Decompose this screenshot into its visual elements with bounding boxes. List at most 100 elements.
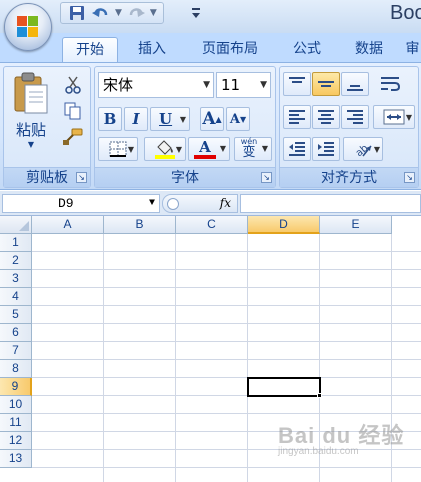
alignment-group: ▼ ab ▼ 对齐方式 ↘: [279, 66, 419, 188]
font-size-select[interactable]: 11 ▼: [216, 72, 271, 98]
align-top-button[interactable]: [283, 72, 311, 96]
watermark-logo: Bai du 经验: [278, 423, 405, 448]
paste-button[interactable]: 粘贴 ▼: [7, 70, 55, 158]
row-header-2[interactable]: 2: [0, 252, 32, 270]
cut-button[interactable]: [60, 73, 86, 97]
column-header-e[interactable]: E: [320, 216, 392, 234]
orientation-button[interactable]: [376, 72, 404, 96]
text-orientation-button[interactable]: ab ▼: [343, 137, 383, 161]
font-size-value: 11: [221, 76, 241, 94]
ribbon: 粘贴 ▼ 剪贴板 ↘ 宋体 ▼ 11 ▼ B I U ▼ A ▲ A ▼ ▼ ▼…: [0, 62, 421, 190]
name-box[interactable]: D9 ▼: [2, 194, 160, 213]
align-bottom-button[interactable]: [341, 72, 369, 96]
active-cell-d9[interactable]: [247, 377, 321, 397]
alignment-launcher-icon[interactable]: ↘: [404, 172, 415, 183]
decrease-indent-icon: [289, 142, 305, 156]
row-header-11[interactable]: 11: [0, 414, 32, 432]
font-name-value: 宋体: [103, 76, 134, 94]
align-left-icon: [289, 110, 305, 124]
copy-icon: [64, 102, 81, 120]
copy-button[interactable]: [60, 99, 86, 123]
format-painter-button[interactable]: [60, 125, 86, 149]
row-header-12[interactable]: 12: [0, 432, 32, 450]
paste-dropdown-icon: ▼: [27, 140, 35, 149]
row-header-8[interactable]: 8: [0, 360, 32, 378]
tab-review[interactable]: 审: [404, 37, 421, 62]
tab-insert[interactable]: 插入: [124, 37, 180, 62]
resize-grip-icon[interactable]: [167, 198, 179, 210]
save-icon[interactable]: [67, 4, 87, 22]
redo-dropdown-icon[interactable]: ▼: [150, 8, 157, 18]
grow-font-label: A: [202, 109, 216, 129]
tab-page-layout[interactable]: 页面布局: [190, 37, 270, 62]
undo-icon[interactable]: [91, 4, 111, 22]
merge-center-button[interactable]: ▼: [373, 105, 415, 129]
column-header-c[interactable]: C: [176, 216, 248, 234]
phonetic-guide-button[interactable]: wén 变 ▼: [234, 137, 272, 161]
formula-bar: D9 ▼ fx: [0, 191, 421, 216]
alignment-group-label: 对齐方式: [280, 167, 418, 187]
fill-handle[interactable]: [317, 393, 322, 398]
redo-icon[interactable]: [126, 4, 146, 22]
row-header-5[interactable]: 5: [0, 306, 32, 324]
row-header-1[interactable]: 1: [0, 234, 32, 252]
align-center-button[interactable]: [312, 105, 340, 129]
fill-color-dropdown-icon: ▼: [175, 144, 182, 154]
formula-input[interactable]: [240, 194, 421, 213]
tab-home[interactable]: 开始: [62, 37, 118, 62]
shrink-font-button[interactable]: A ▼: [226, 107, 250, 131]
underline-dropdown-icon: ▼: [179, 114, 186, 124]
format-painter-icon: [63, 128, 83, 145]
align-center-icon: [318, 110, 334, 124]
insert-function-area[interactable]: fx: [162, 194, 238, 213]
clipboard-group: 粘贴 ▼ 剪贴板 ↘: [3, 66, 91, 188]
italic-button[interactable]: I: [124, 107, 148, 131]
font-launcher-icon[interactable]: ↘: [261, 172, 272, 183]
font-color-button[interactable]: A ▼: [188, 137, 230, 161]
underline-button[interactable]: U ▼: [150, 107, 190, 131]
row-header-6[interactable]: 6: [0, 324, 32, 342]
phonetic-dropdown-icon: ▼: [261, 144, 268, 153]
increase-indent-button[interactable]: [312, 137, 340, 161]
font-color-label: A: [199, 137, 211, 156]
merge-center-icon: [383, 109, 405, 125]
row-header-7[interactable]: 7: [0, 342, 32, 360]
row-header-10[interactable]: 10: [0, 396, 32, 414]
borders-button[interactable]: ▼: [98, 137, 138, 161]
bold-button[interactable]: B: [98, 107, 122, 131]
column-header-d[interactable]: D: [248, 216, 320, 234]
row-header-4[interactable]: 4: [0, 288, 32, 306]
office-button[interactable]: [4, 3, 52, 51]
watermark-url: jingyan.baidu.com: [278, 446, 359, 457]
font-name-select[interactable]: 宋体 ▼: [98, 72, 214, 98]
row-header-9[interactable]: 9: [0, 378, 32, 396]
baidu-watermark: Bai du 经验 jingyan.baidu.com: [278, 418, 405, 457]
tab-data[interactable]: 数据: [342, 37, 396, 62]
grow-font-button[interactable]: A ▲: [200, 107, 224, 131]
decrease-indent-button[interactable]: [283, 137, 311, 161]
fx-icon[interactable]: fx: [220, 196, 231, 210]
align-left-button[interactable]: [283, 105, 311, 129]
office-logo-icon: [17, 16, 39, 38]
text-orientation-dropdown-icon: ▼: [373, 144, 380, 154]
underline-label: U: [159, 110, 173, 128]
align-middle-button[interactable]: [312, 72, 340, 96]
row-header-3[interactable]: 3: [0, 270, 32, 288]
fill-color-button[interactable]: ▼: [144, 137, 186, 161]
paste-label: 粘贴: [15, 121, 46, 139]
customize-icon[interactable]: [186, 4, 206, 22]
font-group: 宋体 ▼ 11 ▼ B I U ▼ A ▲ A ▼ ▼ ▼ A ▼ wén 变 …: [94, 66, 276, 188]
select-all-button[interactable]: [0, 216, 32, 234]
font-color-swatch: [194, 154, 216, 159]
clipboard-launcher-icon[interactable]: ↘: [76, 172, 87, 183]
align-middle-icon: [318, 81, 334, 87]
row-header-13[interactable]: 13: [0, 450, 32, 468]
increase-indent-icon: [318, 142, 334, 156]
undo-dropdown-icon[interactable]: ▼: [115, 8, 122, 18]
column-header-b[interactable]: B: [104, 216, 176, 234]
borders-icon: [109, 141, 127, 157]
tab-formulas[interactable]: 公式: [280, 37, 334, 62]
title-bar: ▼ ▼ Boo: [0, 0, 421, 33]
align-right-button[interactable]: [341, 105, 369, 129]
column-header-a[interactable]: A: [32, 216, 104, 234]
